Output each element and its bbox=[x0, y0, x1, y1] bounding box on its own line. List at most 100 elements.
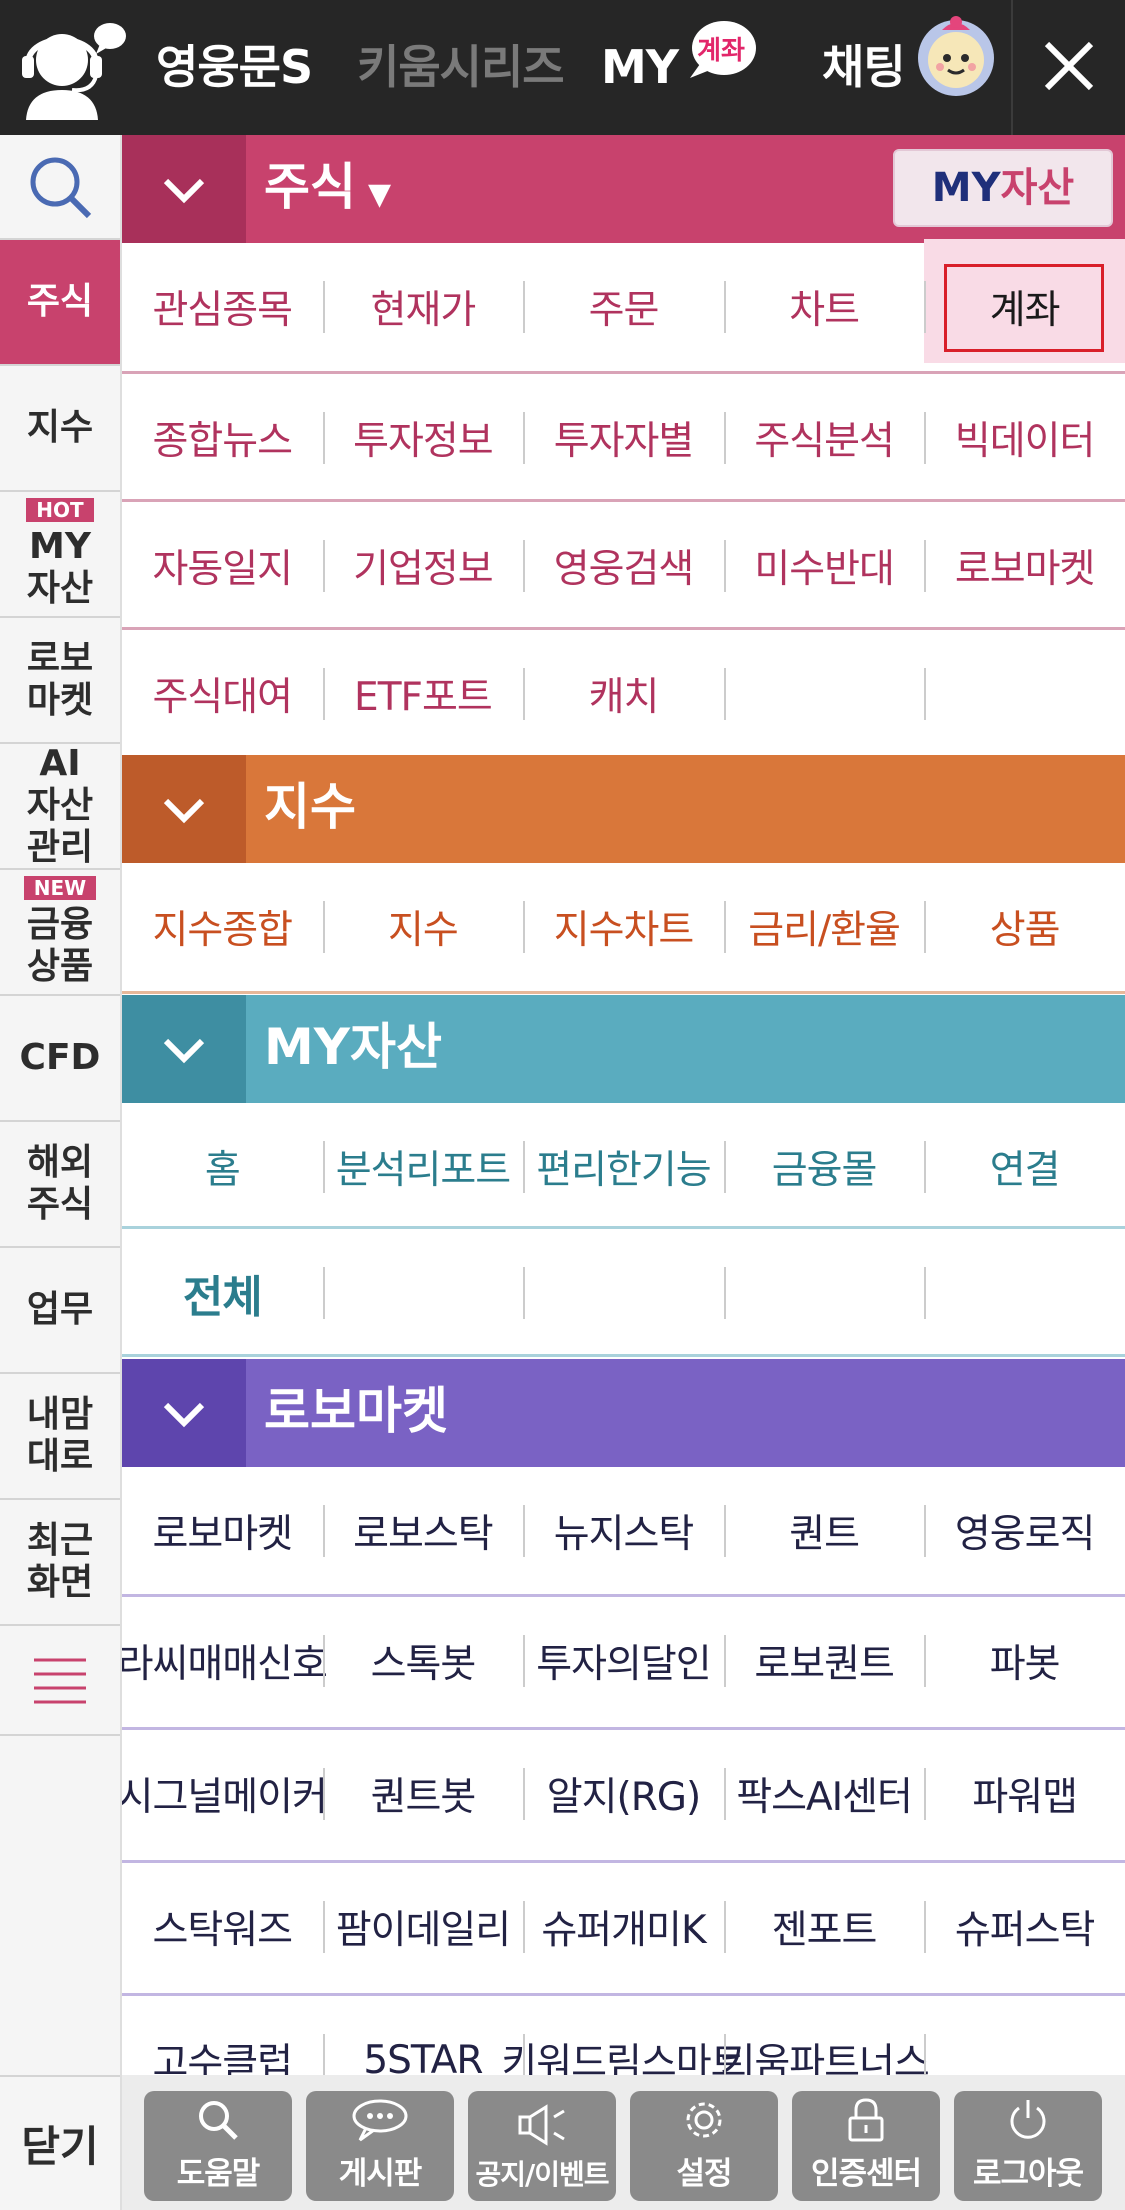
menu-item-home[interactable]: 홈 bbox=[122, 1103, 323, 1231]
sidebar-item-custom[interactable]: 내맘 대로 bbox=[0, 1374, 120, 1500]
headset-agent-icon[interactable] bbox=[14, 16, 129, 121]
section-header-robo[interactable]: 로보마켓 bbox=[122, 1359, 1125, 1467]
sidebar-item-finance-product[interactable]: NEW 금융 상품 bbox=[0, 870, 120, 996]
menu-item-margin-opposite[interactable]: 미수반대 bbox=[723, 502, 925, 630]
menu-item-gosu-club[interactable]: 고수클럽 bbox=[122, 1996, 323, 2075]
menu-item-robo-market[interactable]: 로보마켓 bbox=[924, 502, 1125, 630]
collapse-toggle[interactable] bbox=[122, 1359, 246, 1467]
section-header-index[interactable]: 지수 bbox=[122, 755, 1125, 863]
menu-item-company-info[interactable]: 기업정보 bbox=[322, 502, 524, 630]
close-button[interactable] bbox=[1011, 0, 1125, 135]
menu-item-auto-journal[interactable]: 자동일지 bbox=[122, 502, 323, 630]
board-button[interactable]: 게시판 bbox=[306, 2091, 454, 2201]
menu-item-invest-info[interactable]: 투자정보 bbox=[322, 374, 524, 502]
menu-item-bigdata[interactable]: 빅데이터 bbox=[924, 374, 1125, 502]
my-bubble-label: 계좌 bbox=[697, 36, 745, 66]
sidebar-item-index[interactable]: 지수 bbox=[0, 366, 120, 492]
section-title[interactable]: 로보마켓 bbox=[264, 1359, 448, 1467]
menu-item-rassi-signal[interactable]: 라씨매매신호 bbox=[122, 1597, 328, 1725]
menu-item-stock-lending[interactable]: 주식대여 bbox=[122, 630, 323, 758]
menu-item-catch[interactable]: 캐치 bbox=[523, 630, 724, 758]
menu-item-kiwoom-partners[interactable]: 키움파트너스 bbox=[719, 1996, 930, 2075]
sidebar-search[interactable] bbox=[0, 135, 120, 240]
menu-item-news[interactable]: 종합뉴스 bbox=[122, 374, 323, 502]
menu-item-order[interactable]: 주문 bbox=[523, 243, 724, 371]
menu-item-convenient-features[interactable]: 편리한기능 bbox=[523, 1103, 724, 1231]
menu-item-invest-master[interactable]: 투자의달인 bbox=[523, 1597, 724, 1725]
menu-item-all[interactable]: 전체 bbox=[122, 1229, 323, 1357]
menu-item-signal-maker[interactable]: 시그널메이커 bbox=[122, 1730, 328, 1858]
menu-item-pabot[interactable]: 파봇 bbox=[924, 1597, 1125, 1725]
menu-item-analysis-report[interactable]: 분석리포트 bbox=[322, 1103, 524, 1231]
menu-item-index[interactable]: 지수 bbox=[322, 863, 524, 991]
logout-button[interactable]: 로그아웃 bbox=[954, 2091, 1102, 2201]
menu-item-commodity[interactable]: 상품 bbox=[924, 863, 1125, 991]
logout-label: 로그아웃 bbox=[972, 2156, 1084, 2192]
chevron-down-icon bbox=[163, 1038, 205, 1064]
sidebar-item-robo-market[interactable]: 로보 마켓 bbox=[0, 618, 120, 744]
close-menu-button[interactable]: 닫기 bbox=[0, 2075, 120, 2210]
menu-item-quantbot[interactable]: 퀀트봇 bbox=[322, 1730, 524, 1858]
sidebar-item-stock[interactable]: 주식 bbox=[0, 240, 120, 366]
section-title[interactable]: 지수 bbox=[264, 755, 356, 863]
menu-item-watchlist[interactable]: 관심종목 bbox=[122, 243, 323, 371]
menu-item-finance-mall[interactable]: 금융몰 bbox=[723, 1103, 925, 1231]
sidebar-item-recent[interactable]: 최근 화면 bbox=[0, 1500, 120, 1626]
menu-item-hero-logic[interactable]: 영웅로직 bbox=[924, 1467, 1125, 1595]
menu-item-5star[interactable]: 5STAR bbox=[322, 1996, 524, 2075]
menu-item-index-overview[interactable]: 지수종합 bbox=[122, 863, 323, 991]
menu-item-power-map[interactable]: 파워맵 bbox=[924, 1730, 1125, 1858]
menu-item-genport[interactable]: 젠포트 bbox=[723, 1863, 925, 1991]
menu-item-rate-exchange[interactable]: 금리/환율 bbox=[723, 863, 925, 991]
tab-youngwoongmun[interactable]: 영웅문S bbox=[156, 0, 313, 135]
help-button[interactable]: 도움말 bbox=[144, 2091, 292, 2201]
menu-item-robo-quant[interactable]: 로보퀀트 bbox=[723, 1597, 925, 1725]
menu-item-stockbot[interactable]: 스톡봇 bbox=[322, 1597, 524, 1725]
sidebar-item-ai-asset[interactable]: AI 자산 관리 bbox=[0, 743, 120, 870]
menu-item-palm-edaily[interactable]: 팜이데일리 bbox=[322, 1863, 524, 1991]
cert-center-button[interactable]: 인증센터 bbox=[792, 2091, 940, 2201]
section-title[interactable]: MY자산 bbox=[264, 995, 442, 1103]
tab-my[interactable]: MY bbox=[601, 0, 679, 135]
menu-item-newgy-stock[interactable]: 뉴지스탁 bbox=[523, 1467, 724, 1595]
tab-kiwoom-series[interactable]: 키움시리즈 bbox=[357, 0, 565, 135]
mascot-icon[interactable] bbox=[916, 12, 996, 102]
sidebar-item-business[interactable]: 업무 bbox=[0, 1248, 120, 1374]
section-header-stock[interactable]: 주식 ▼ MY자산 bbox=[122, 135, 1125, 243]
menu-item-robo-stock[interactable]: 로보스탁 bbox=[322, 1467, 524, 1595]
menu-item-etf-port[interactable]: ETF포트 bbox=[322, 630, 524, 758]
collapse-toggle[interactable] bbox=[122, 995, 246, 1103]
menu-item-stock-wars[interactable]: 스탁워즈 bbox=[122, 1863, 323, 1991]
menu-item-index-chart[interactable]: 지수차트 bbox=[523, 863, 724, 991]
sidebar-item-cfd[interactable]: CFD bbox=[0, 996, 120, 1122]
sidebar-item-my-asset[interactable]: HOT MY 자산 bbox=[0, 492, 120, 618]
menu-item-algi-rg[interactable]: 알지(RG) bbox=[523, 1730, 724, 1858]
section-title[interactable]: 주식 ▼ bbox=[264, 135, 391, 243]
my-asset-button[interactable]: MY자산 bbox=[893, 149, 1113, 227]
menu-item-hero-search[interactable]: 영웅검색 bbox=[523, 502, 724, 630]
row-divider bbox=[122, 1354, 1125, 1357]
menu-item-chart[interactable]: 차트 bbox=[723, 243, 925, 371]
menu-item-super-stock[interactable]: 슈퍼스탁 bbox=[924, 1863, 1125, 1991]
menu-item-pax-ai-center[interactable]: 팍스AI센터 bbox=[723, 1730, 925, 1858]
menu-row: 종합뉴스 투자정보 투자자별 주식분석 빅데이터 bbox=[122, 374, 1125, 502]
sidebar-menu-button[interactable] bbox=[0, 1626, 120, 1736]
collapse-toggle[interactable] bbox=[122, 135, 246, 243]
menu-item-account[interactable]: 계좌 bbox=[924, 243, 1125, 371]
settings-button[interactable]: 설정 bbox=[630, 2091, 778, 2201]
menu-item-investor[interactable]: 투자자별 bbox=[523, 374, 724, 502]
top-header: 영웅문S 키움시리즈 MY 계좌 채팅 bbox=[0, 0, 1125, 135]
collapse-toggle[interactable] bbox=[122, 755, 246, 863]
sidebar-item-overseas-stock[interactable]: 해외 주식 bbox=[0, 1122, 120, 1248]
notice-event-button[interactable]: 공지/이벤트 bbox=[468, 2091, 616, 2201]
tab-chatting[interactable]: 채팅 bbox=[822, 0, 906, 135]
section-header-myasset[interactable]: MY자산 bbox=[122, 995, 1125, 1103]
menu-item-stock-analysis[interactable]: 주식분석 bbox=[723, 374, 925, 502]
menu-item-current-price[interactable]: 현재가 bbox=[322, 243, 524, 371]
menu-item-empty bbox=[924, 1996, 1125, 2075]
menu-item-quant[interactable]: 퀀트 bbox=[723, 1467, 925, 1595]
menu-item-robo-market[interactable]: 로보마켓 bbox=[122, 1467, 323, 1595]
menu-item-super-ant-k[interactable]: 슈퍼개미K bbox=[523, 1863, 724, 1991]
menu-item-connect[interactable]: 연결 bbox=[924, 1103, 1125, 1231]
menu-item-keyword-smart[interactable]: 키워드림스마트 bbox=[501, 1996, 747, 2075]
